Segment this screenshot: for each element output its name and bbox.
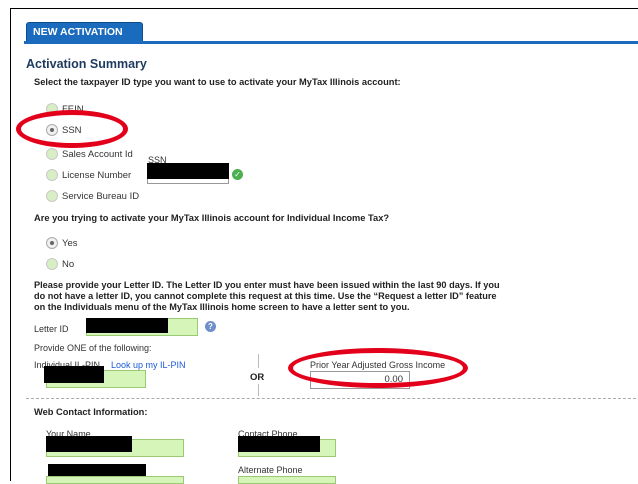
radio-license-number[interactable] [46,169,58,181]
radio-service-bureau-id[interactable] [46,190,58,202]
or-divider-top [258,354,259,368]
taxpayer-id-question: Select the taxpayer ID type you want to … [34,77,401,87]
redaction-bar [46,436,132,452]
alternate-phone-input[interactable] [238,476,336,484]
redaction-bar [44,366,104,383]
email-input[interactable] [46,476,184,484]
provide-one-label: Provide ONE of the following: [34,343,152,353]
section-divider [26,398,636,399]
page-title: Activation Summary [26,57,147,71]
radio-sales-account-id[interactable] [46,148,58,160]
radio-service-bureau-id-label: Service Bureau ID [62,191,140,202]
radio-no[interactable] [46,258,58,270]
letter-id-instructions: Please provide your Letter ID. The Lette… [34,280,500,312]
valid-check-icon: ✓ [232,169,243,180]
radio-yes-label: Yes [62,238,78,249]
alternate-phone-label: Alternate Phone [238,465,303,475]
redaction-bar [238,436,320,452]
or-divider-bottom [258,384,259,396]
annotation-ellipse-agi [288,348,468,388]
annotation-ellipse-ssn [16,110,128,148]
radio-license-number-label: License Number [62,170,132,181]
individual-income-question: Are you trying to activate your MyTax Il… [34,213,390,223]
help-icon[interactable]: ? [205,321,216,332]
or-label: OR [250,372,265,383]
radio-sales-account-id-label: Sales Account Id [62,149,133,160]
radio-no-label: No [62,259,75,270]
web-contact-heading: Web Contact Information: [34,407,148,417]
redaction-bar [147,163,229,179]
tab-underline [24,41,638,44]
lookup-il-pin-link[interactable]: Look up my IL-PIN [111,360,186,370]
radio-yes[interactable] [46,237,58,249]
redaction-bar [86,318,168,333]
letter-id-label: Letter ID [34,324,69,334]
tab-new-activation[interactable]: NEW ACTIVATION [26,22,143,41]
